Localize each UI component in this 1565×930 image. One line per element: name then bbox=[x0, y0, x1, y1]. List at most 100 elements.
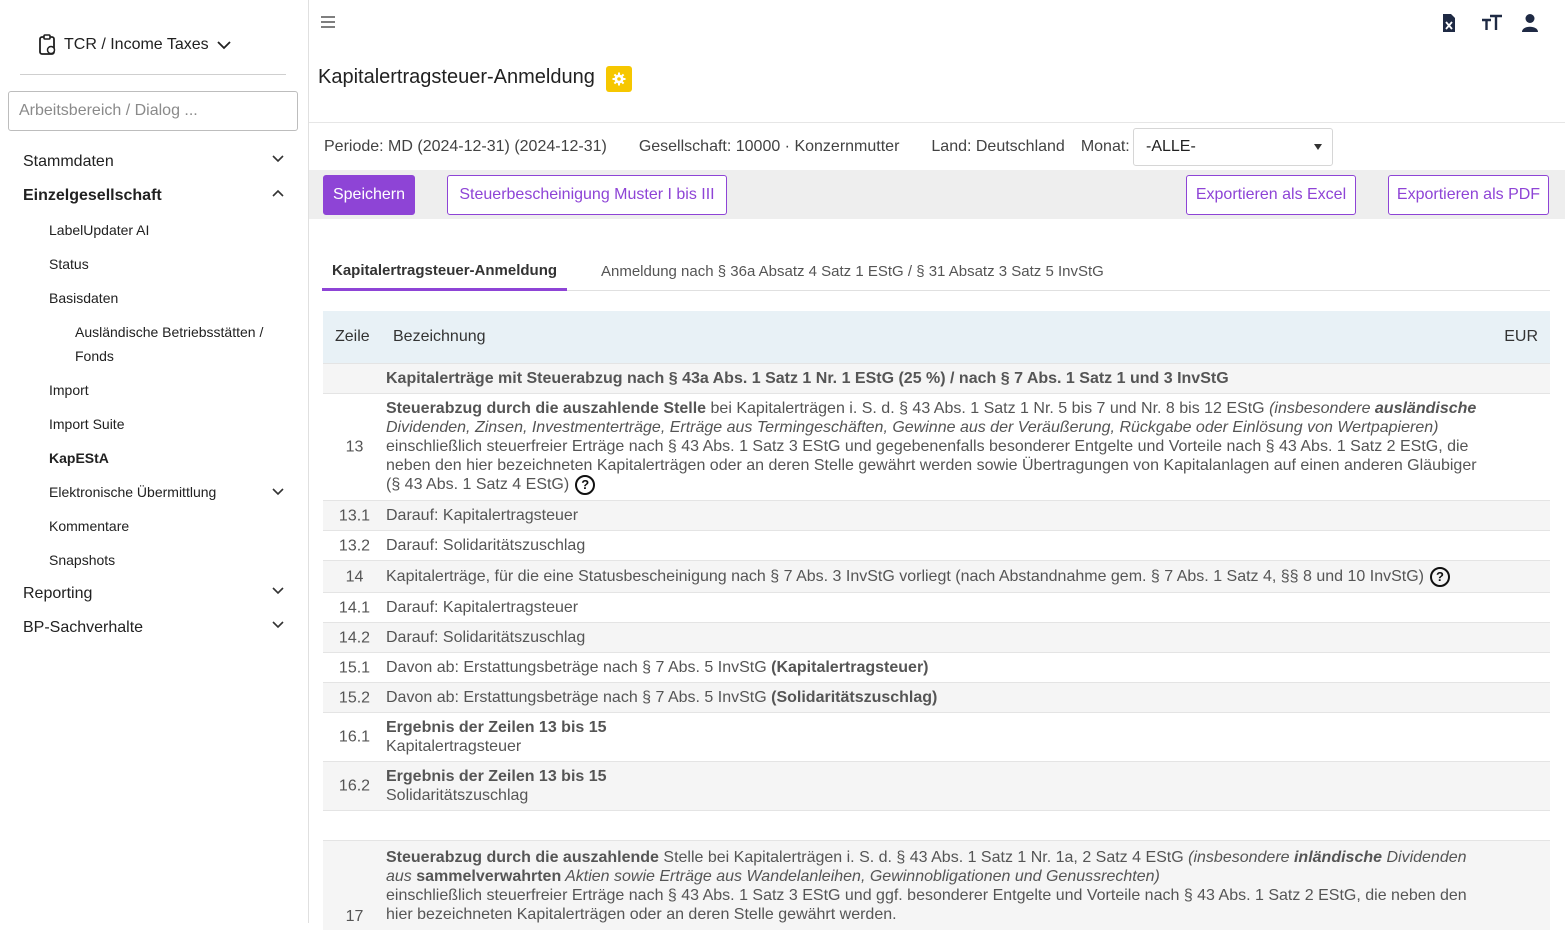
row-text: Kapitalerträge, für die eine Statusbesch… bbox=[386, 568, 1424, 586]
row-number: 13.1 bbox=[338, 507, 371, 524]
row-bold-text: Ergebnis der Zeilen 13 bis 15 bbox=[386, 768, 607, 785]
row-italic-text: Aktien sowie Erträge aus Wandelanleihen,… bbox=[561, 868, 1160, 885]
row-italic-text: (insbesondere bbox=[1188, 849, 1294, 866]
sidebar-item-label: BP-Sachverhalte bbox=[23, 619, 144, 636]
chevron-up-icon bbox=[272, 189, 284, 197]
sidebar-item-bp-sachverhalte[interactable]: BP-Sachverhalte bbox=[0, 611, 308, 645]
excel-export-icon[interactable] bbox=[1441, 13, 1461, 35]
table-row: 13 Steuerabzug durch die auszahlende Ste… bbox=[323, 393, 1550, 500]
sidebar-item-label: Kommentare bbox=[49, 518, 130, 534]
save-button[interactable]: Speichern bbox=[323, 175, 415, 215]
periode-filter: Periode: MD (2024-12-31) (2024-12-31) bbox=[324, 138, 607, 155]
sidebar-item-label: Ausländische Betriebsstätten / bbox=[75, 324, 264, 340]
row-number: 16.2 bbox=[338, 777, 371, 795]
table-row: 16.1 Ergebnis der Zeilen 13 bis 15 Kapita… bbox=[323, 712, 1550, 761]
sidebar-item-stammdaten[interactable]: Stammdaten bbox=[0, 145, 308, 179]
column-header-bezeichnung: Bezeichnung bbox=[393, 328, 486, 345]
sidebar-item-basisdaten[interactable]: Basisdaten bbox=[0, 281, 308, 315]
row-number: 16.1 bbox=[338, 728, 371, 746]
tab-anmeldung-36a[interactable]: Anmeldung nach § 36a Absatz 4 Satz 1 ESt… bbox=[601, 252, 1104, 291]
table-header: Zeile Bezeichnung EUR bbox=[323, 311, 1550, 363]
row-text: einschließlich steuerfreier Erträge nach… bbox=[386, 887, 1467, 923]
export-pdf-button[interactable]: Exportieren als PDF bbox=[1388, 175, 1549, 215]
chevron-down-icon bbox=[272, 621, 284, 629]
row-number: 15.2 bbox=[338, 689, 371, 706]
sidebar-item-label: Fonds bbox=[75, 348, 114, 364]
row-description: Ergebnis der Zeilen 13 bis 15 Kapitalertr… bbox=[386, 713, 1550, 761]
row-italic-bold-text: ausländische bbox=[1374, 400, 1477, 417]
row-bold-text: (Solidaritätszuschlag) bbox=[771, 689, 938, 706]
sidebar-item-label: Stammdaten bbox=[23, 153, 114, 170]
text-size-icon[interactable] bbox=[1481, 13, 1502, 35]
sidebar-item-label: Basisdaten bbox=[49, 290, 119, 306]
steuerbescheinigung-button[interactable]: Steuerbescheinigung Muster I bis III bbox=[447, 175, 727, 215]
app-switcher[interactable]: TCR / Income Taxes bbox=[38, 34, 237, 56]
sidebar-item-label: Status bbox=[49, 256, 89, 272]
row-italic-text: (insbesondere bbox=[1269, 400, 1375, 417]
land-filter: Land: Deutschland bbox=[931, 138, 1065, 155]
sidebar-item-einzelgesellschaft[interactable]: Einzelgesellschaft bbox=[0, 179, 308, 213]
sidebar-item-auslaendische-betriebsstaetten[interactable]: Ausländische Betriebsstätten / Fonds bbox=[0, 315, 308, 373]
section-title-text: Kapitalerträge mit Steuerabzug nach § 43… bbox=[386, 370, 1229, 387]
clipboard-icon bbox=[39, 34, 56, 55]
tab-bar: Kapitalertragsteuer-Anmeldung Anmeldung … bbox=[322, 252, 1550, 291]
sidebar-item-import[interactable]: Import bbox=[0, 373, 308, 407]
table-row: 14 Kapitalerträge, für die eine Statusbe… bbox=[323, 560, 1550, 592]
row-description: Davon ab: Erstattungsbeträge nach § 7 Ab… bbox=[386, 683, 1550, 712]
menu-icon[interactable] bbox=[320, 15, 336, 29]
monat-select[interactable]: -ALLE- bbox=[1133, 128, 1333, 166]
row-number: 14.2 bbox=[338, 629, 371, 646]
settings-button[interactable] bbox=[606, 66, 632, 92]
sidebar-item-snapshots[interactable]: Snapshots bbox=[0, 543, 308, 577]
app-title: TCR / Income Taxes bbox=[64, 36, 209, 53]
sidebar-item-label: Reporting bbox=[23, 585, 93, 602]
monat-value: -ALLE- bbox=[1146, 138, 1196, 155]
row-description: Darauf: Kapitalertragsteuer bbox=[386, 507, 579, 524]
sidebar-item-label: Elektronische Übermittlung bbox=[49, 484, 217, 500]
tab-kapitalertragsteuer-anmeldung[interactable]: Kapitalertragsteuer-Anmeldung bbox=[322, 252, 568, 291]
row-number: 13.2 bbox=[338, 537, 371, 554]
user-icon[interactable] bbox=[1521, 13, 1541, 35]
table-row: 15.2 Davon ab: Erstattungsbeträge nach §… bbox=[323, 682, 1550, 712]
divider bbox=[309, 122, 1565, 123]
sidebar-item-status[interactable]: Status bbox=[0, 247, 308, 281]
column-header-eur: EUR bbox=[1504, 328, 1538, 345]
gear-icon bbox=[612, 72, 626, 86]
sidebar-item-label: Import bbox=[49, 382, 89, 398]
chevron-down-icon bbox=[272, 488, 284, 496]
row-description: Steuerabzug durch die auszahlende Stelle… bbox=[386, 394, 1550, 500]
row-number: 13 bbox=[345, 438, 364, 456]
row-description: Steuerabzug durch die auszahlende Stelle… bbox=[386, 841, 1550, 929]
help-icon[interactable]: ? bbox=[1429, 567, 1450, 587]
monat-label: Monat: bbox=[1080, 138, 1130, 155]
gesellschaft-filter: Gesellschaft: 10000 · Konzernmutter bbox=[638, 138, 900, 155]
chevron-down-icon bbox=[217, 41, 231, 50]
export-excel-button[interactable]: Exportieren als Excel bbox=[1186, 175, 1356, 215]
page-title: Kapitalertragsteuer-Anmeldung bbox=[318, 66, 595, 88]
table-row: 13.2 Darauf: Solidaritätszuschlag bbox=[323, 530, 1550, 560]
table-row: 17 Steuerabzug durch die auszahlende Ste… bbox=[323, 840, 1550, 930]
row-number: 14 bbox=[345, 568, 364, 585]
search-input[interactable] bbox=[8, 91, 298, 131]
row-description: Kapitalerträge, für die eine Statusbesch… bbox=[386, 561, 1550, 592]
row-bold-text: (Kapitalertragsteuer) bbox=[771, 659, 929, 676]
table-row: 15.1 Davon ab: Erstattungsbeträge nach §… bbox=[323, 652, 1550, 682]
row-text: Davon ab: Erstattungsbeträge nach § 7 Ab… bbox=[386, 659, 772, 676]
sidebar-item-kommentare[interactable]: Kommentare bbox=[0, 509, 308, 543]
sidebar-item-import-suite[interactable]: Import Suite bbox=[0, 407, 308, 441]
sidebar-item-elektronische-uebermittlung[interactable]: Elektronische Übermittlung bbox=[0, 475, 308, 509]
row-text: einschließlich steuerfreier Erträge nach… bbox=[386, 438, 1477, 494]
row-number: 14.1 bbox=[338, 599, 371, 616]
sidebar-item-kapesta[interactable]: KapEStA bbox=[0, 441, 308, 475]
sidebar-item-labelupdater[interactable]: LabelUpdater AI bbox=[0, 213, 308, 247]
row-text: Solidaritätszuschlag bbox=[386, 787, 529, 804]
divider bbox=[20, 74, 286, 75]
help-icon[interactable]: ? bbox=[575, 475, 596, 495]
row-description: Darauf: Solidaritätszuschlag bbox=[386, 629, 586, 646]
sidebar-item-label: LabelUpdater AI bbox=[49, 222, 150, 238]
sidebar-item-label: KapEStA bbox=[49, 450, 109, 466]
sidebar-item-reporting[interactable]: Reporting bbox=[0, 577, 308, 611]
section-title: Kapitalerträge mit Steuerabzug nach § 43… bbox=[386, 364, 1550, 393]
table-row: 13.1 Darauf: Kapitalertragsteuer bbox=[323, 500, 1550, 530]
row-bold-text: Steuerabzug durch die auszahlende Stelle bbox=[386, 400, 707, 417]
